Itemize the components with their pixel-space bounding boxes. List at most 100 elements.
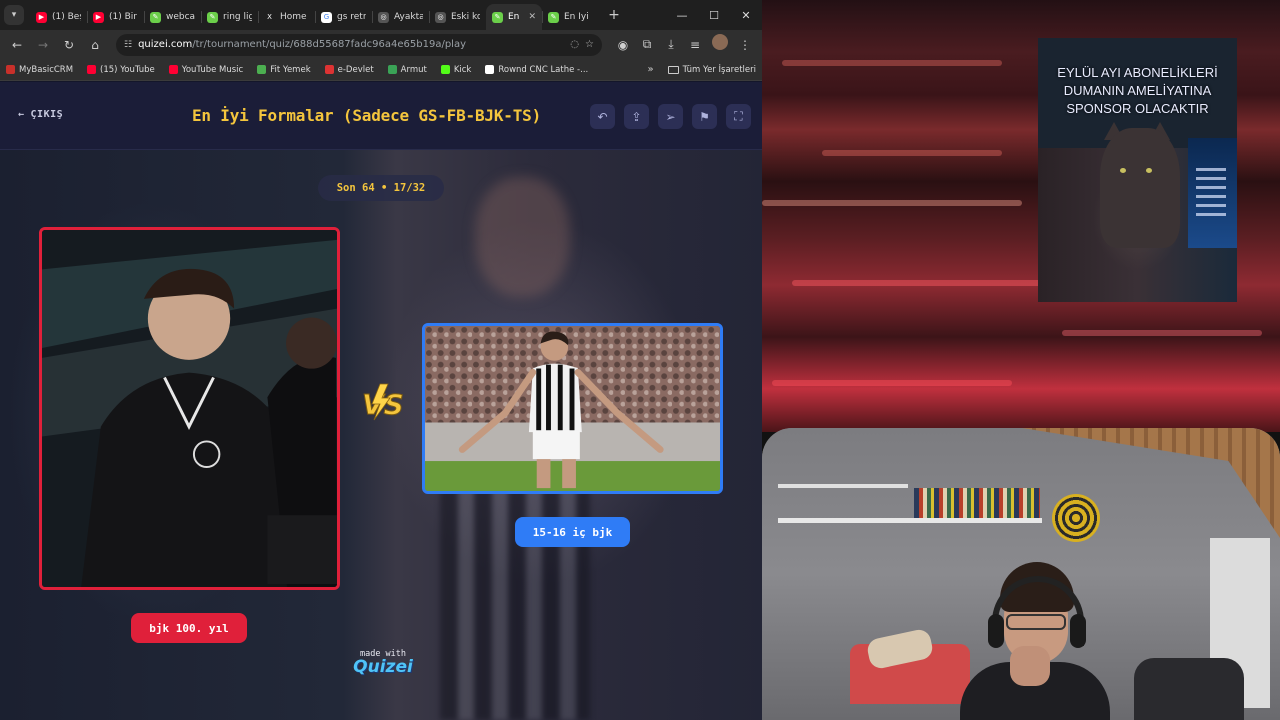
- tab-title: Eski ko: [451, 12, 480, 22]
- bookmark-favicon-icon: [257, 65, 267, 74]
- bookmark-star-icon[interactable]: ☆: [585, 39, 594, 50]
- url-host: quizei.com: [138, 39, 193, 50]
- webcam-dartboard: [1052, 494, 1100, 542]
- send-icon: ➢: [665, 109, 676, 124]
- tab-favicon-icon: ✎: [492, 11, 503, 23]
- fullscreen-button[interactable]: ⛶: [726, 104, 751, 129]
- download-icon[interactable]: ⤓: [660, 34, 682, 56]
- candidate-left-card[interactable]: [39, 227, 340, 590]
- brush-stroke: [1062, 330, 1262, 336]
- headset-cup: [1070, 614, 1086, 648]
- extensions-icon[interactable]: ⧉: [636, 34, 658, 56]
- tab-favicon-icon: X: [264, 11, 275, 23]
- all-bookmarks-folder[interactable]: Tüm Yer İşaretleri: [667, 65, 756, 75]
- quizei-logo: Quizei: [353, 657, 413, 677]
- tab-title: Ayakta: [394, 12, 423, 22]
- undo-button[interactable]: ↶: [590, 104, 615, 129]
- tab-favicon-icon: ✎: [150, 11, 161, 23]
- streamer-hand: [1010, 646, 1050, 686]
- url-text: quizei.com/tr/tournament/quiz/688d55687f…: [138, 39, 564, 50]
- bookmark-item[interactable]: Kick: [440, 64, 472, 75]
- address-bar[interactable]: ☷ quizei.com/tr/tournament/quiz/688d5568…: [116, 33, 602, 56]
- bookmark-label: Kick: [453, 64, 472, 75]
- bookmark-item[interactable]: YouTube Music: [168, 65, 243, 75]
- brush-stroke: [782, 60, 1002, 66]
- close-window-icon[interactable]: ✕: [730, 0, 762, 30]
- tab-title: En: [508, 12, 520, 22]
- browser-tab[interactable]: ◎ Ayakta: [372, 4, 429, 30]
- site-info-icon[interactable]: ☷: [124, 40, 132, 50]
- promo-line: SPONSOR OLACAKTIR: [1066, 101, 1209, 116]
- candidate-left-label[interactable]: bjk 100. yıl: [131, 613, 247, 643]
- promo-line: DUMANIN AMELİYATINA: [1063, 83, 1212, 98]
- tab-title: En İyi: [564, 12, 589, 22]
- fullscreen-icon: ⛶: [734, 109, 743, 123]
- browser-tab[interactable]: ✎ En İyi: [542, 4, 599, 30]
- browser-tab[interactable]: ◎ Eski ko: [429, 4, 486, 30]
- exit-label: ÇIKIŞ: [30, 109, 64, 120]
- bookmark-item[interactable]: Fit Yemek: [257, 64, 311, 75]
- bookmark-label: e-Devlet: [337, 64, 374, 75]
- folder-icon: [667, 65, 679, 74]
- bookmark-favicon-icon: [485, 65, 495, 74]
- tab-list: ▶ (1) Beş ▶ (1) Bir ✎ webca ✎ ring lig X Home Ggs …: [30, 0, 599, 30]
- url-path: /tr/tournament/quiz/688d55687fadc96a4e65…: [192, 39, 466, 50]
- candidate-right-card[interactable]: [422, 323, 723, 494]
- back-icon[interactable]: ←: [6, 34, 28, 56]
- bookmarks-bar: MyBasicCRM (15) YouTube YouTube Music Fit Y…: [0, 59, 762, 81]
- exit-button[interactable]: ← ÇIKIŞ: [18, 109, 63, 120]
- google-lens-icon[interactable]: ◉: [612, 34, 634, 56]
- tab-favicon-icon: ✎: [548, 11, 559, 23]
- bookmark-item[interactable]: (15) YouTube: [87, 65, 155, 75]
- window-controls: — ☐ ✕: [666, 0, 762, 30]
- webcam-feed: [762, 428, 1280, 720]
- minimize-icon[interactable]: —: [666, 0, 698, 30]
- candidate-right-label[interactable]: 15-16 iç bjk: [515, 517, 630, 547]
- made-with-badge[interactable]: made with Quizei: [348, 649, 418, 677]
- share-button[interactable]: ⇪: [624, 104, 649, 129]
- bookmark-label: MyBasicCRM: [19, 64, 74, 75]
- report-button[interactable]: ⚑: [692, 104, 717, 129]
- header-actions: ↶ ⇪ ➢ ⚑ ⛶: [590, 104, 751, 129]
- browser-tab[interactable]: ▶ (1) Beş: [30, 4, 87, 30]
- tab-favicon-icon: ▶: [93, 11, 104, 23]
- eye-off-icon[interactable]: ◌: [570, 39, 579, 50]
- flag-icon: ⚑: [699, 109, 710, 124]
- bookmark-item[interactable]: MyBasicCRM: [6, 65, 73, 75]
- new-tab-icon[interactable]: +: [603, 7, 625, 23]
- send-button[interactable]: ➢: [658, 104, 683, 129]
- promo-text: EYLÜL AYI ABONELİKLERİ DUMANIN AMELİYATI…: [1038, 64, 1237, 118]
- tab-title: Home: [280, 12, 307, 22]
- quiz-title: En İyi Formalar (Sadece GS-FB-BJK-TS): [192, 106, 542, 125]
- profile-avatar[interactable]: [712, 33, 728, 50]
- headset-cup: [988, 614, 1004, 648]
- browser-tab[interactable]: ✎ ring lig: [201, 4, 258, 30]
- browser-tab[interactable]: ✎ webca: [144, 4, 201, 30]
- webcam-books: [914, 488, 1040, 518]
- browser-tab[interactable]: ✎ En ✕: [486, 4, 542, 30]
- versus-badge: VS: [362, 383, 404, 422]
- tab-close-icon[interactable]: ✕: [528, 12, 536, 22]
- bookmark-item[interactable]: e-Devlet: [324, 64, 374, 75]
- quiz-header: ← ÇIKIŞ En İyi Formalar (Sadece GS-FB-BJ…: [0, 82, 762, 150]
- background-blur-head: [475, 177, 570, 297]
- bookmark-label: (15) YouTube: [100, 64, 155, 75]
- browser-tab[interactable]: X Home: [258, 4, 315, 30]
- tab-search-icon[interactable]: ▾: [4, 5, 24, 25]
- browser-tab[interactable]: ▶ (1) Bir: [87, 4, 144, 30]
- candidate-right-image: [425, 326, 720, 491]
- maximize-icon[interactable]: ☐: [698, 0, 730, 30]
- reload-icon[interactable]: ↻: [58, 34, 80, 56]
- menu-icon[interactable]: ⋮: [734, 34, 756, 56]
- toolbar-right: ◉ ⧉ ⤓ ≡ ⋮: [612, 33, 756, 56]
- browser-tab[interactable]: Ggs retr: [315, 4, 372, 30]
- tab-favicon-icon: ▶: [36, 11, 47, 23]
- bookmarks-more-icon[interactable]: »: [648, 64, 654, 75]
- bookmark-item[interactable]: Armut: [387, 65, 427, 75]
- bookmark-item[interactable]: Rownd CNC Lathe -...: [485, 65, 588, 75]
- webcam-shelf: [778, 484, 908, 488]
- media-control-icon[interactable]: ≡: [684, 34, 706, 56]
- home-icon[interactable]: ⌂: [84, 34, 106, 56]
- bookmark-label: Fit Yemek: [270, 64, 311, 75]
- forward-icon[interactable]: →: [32, 34, 54, 56]
